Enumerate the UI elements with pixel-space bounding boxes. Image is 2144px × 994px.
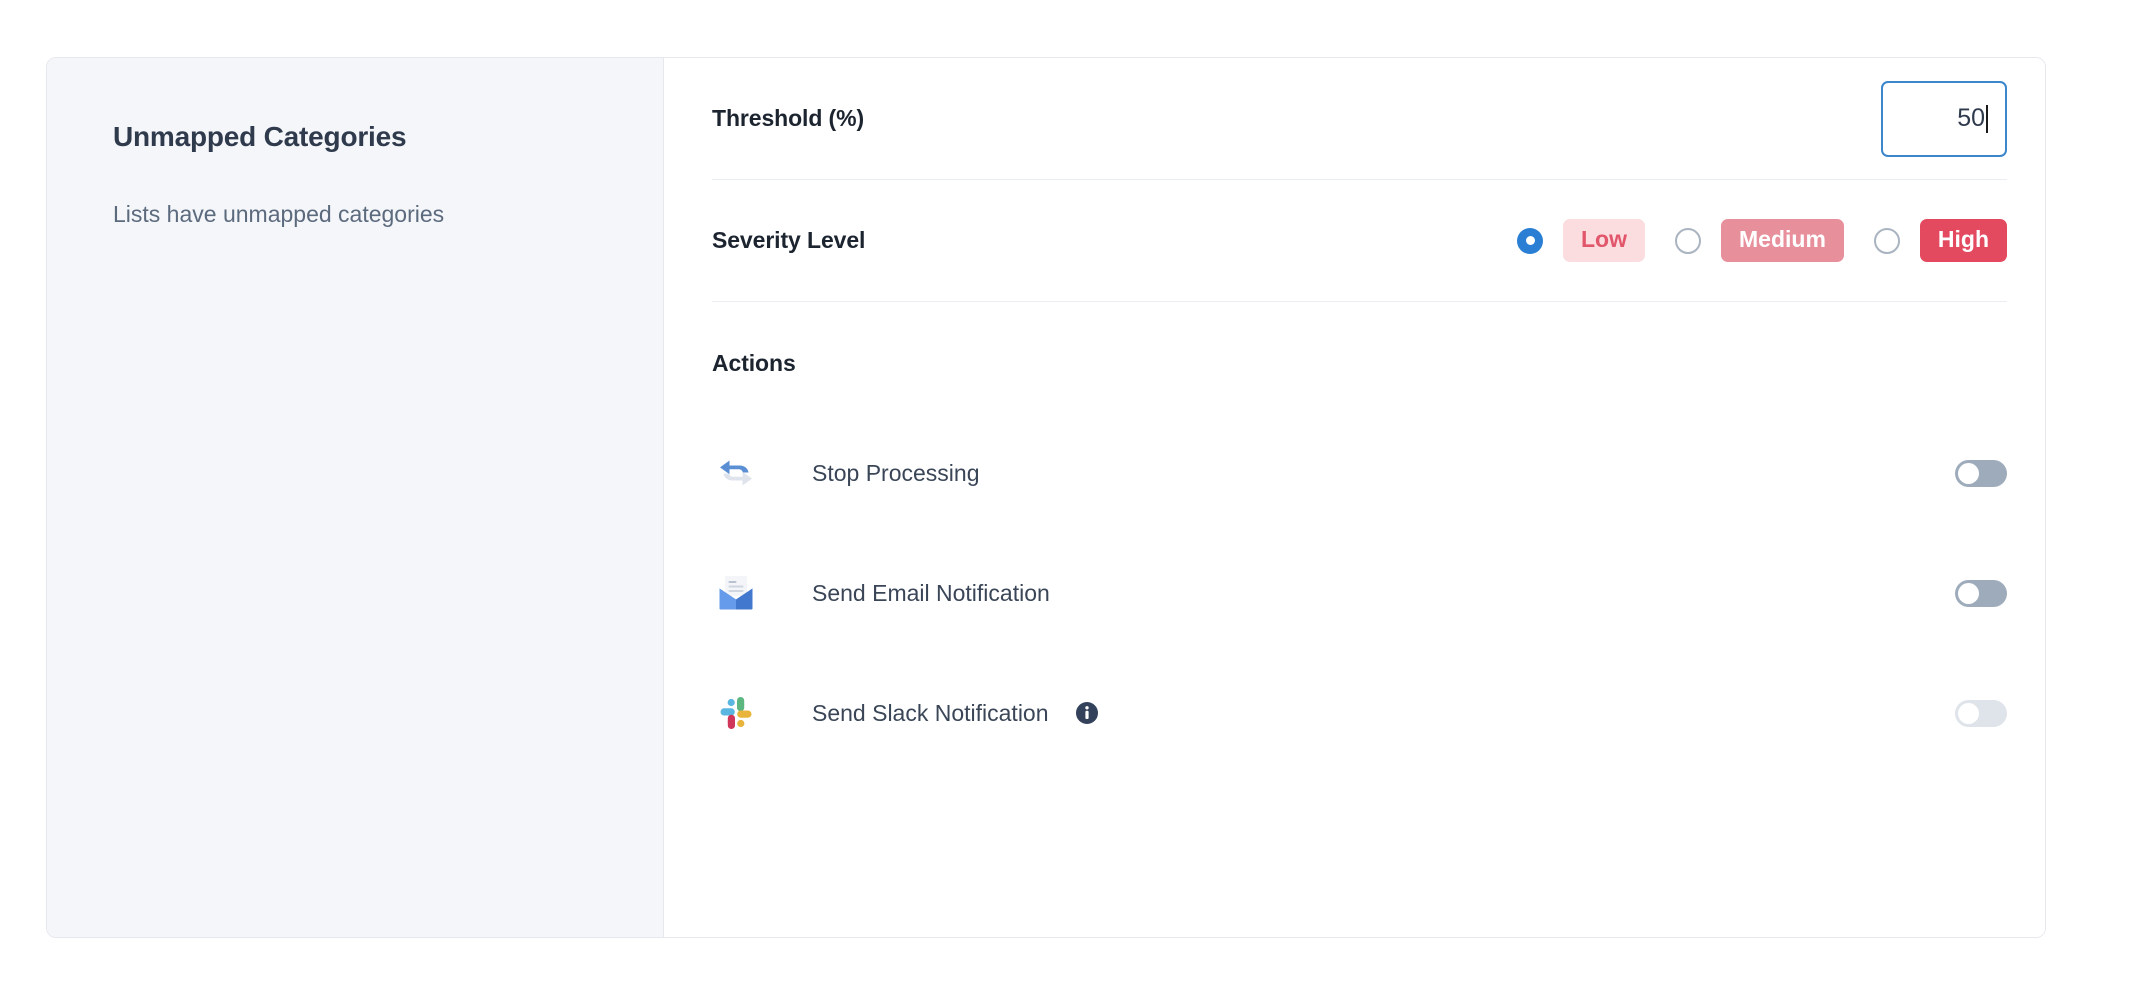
toggle-send-slack[interactable] xyxy=(1955,700,2007,727)
radio-medium[interactable] xyxy=(1675,228,1701,254)
toggle-send-email[interactable] xyxy=(1955,580,2007,607)
rule-info-panel: Unmapped Categories Lists have unmapped … xyxy=(47,58,664,937)
action-label-send-slack: Send Slack Notification xyxy=(812,700,1049,727)
text-caret xyxy=(1986,105,1988,133)
repeat-arrows-icon xyxy=(712,451,760,495)
page-subtitle: Lists have unmapped categories xyxy=(113,154,663,230)
threshold-row: Threshold (%) 50 xyxy=(712,58,2007,180)
settings-card: Unmapped Categories Lists have unmapped … xyxy=(46,57,2046,938)
page-title: Unmapped Categories xyxy=(113,120,663,154)
severity-label: Severity Level xyxy=(712,227,865,254)
toggle-stop-processing[interactable] xyxy=(1955,460,2007,487)
email-envelope-icon xyxy=(712,571,760,615)
toggle-knob xyxy=(1958,463,1979,484)
info-circle-icon[interactable] xyxy=(1075,701,1099,725)
slack-logo-icon xyxy=(712,691,760,735)
severity-option-low[interactable]: Low xyxy=(1517,219,1645,262)
action-row-send-slack: Send Slack Notification xyxy=(712,653,2007,773)
action-row-stop-processing: Stop Processing xyxy=(712,413,2007,533)
severity-badge-low: Low xyxy=(1563,219,1645,262)
severity-row: Severity Level Low Medium High xyxy=(712,180,2007,302)
severity-option-high[interactable]: High xyxy=(1874,219,2007,262)
radio-high[interactable] xyxy=(1874,228,1900,254)
radio-low[interactable] xyxy=(1517,228,1543,254)
severity-badge-high: High xyxy=(1920,219,2007,262)
action-row-send-email: Send Email Notification xyxy=(712,533,2007,653)
actions-heading: Actions xyxy=(712,302,2007,377)
rule-settings-panel: Threshold (%) 50 Severity Level Low Medi… xyxy=(664,58,2045,937)
actions-list: Stop Processing Send xyxy=(712,377,2007,773)
threshold-value: 50 xyxy=(1957,104,1985,133)
action-label-send-email: Send Email Notification xyxy=(812,580,1050,607)
threshold-label: Threshold (%) xyxy=(712,105,864,132)
severity-radio-group: Low Medium High xyxy=(1517,219,2007,262)
threshold-input[interactable]: 50 xyxy=(1881,81,2007,157)
toggle-knob xyxy=(1958,583,1979,604)
severity-option-medium[interactable]: Medium xyxy=(1675,219,1844,262)
severity-badge-medium: Medium xyxy=(1721,219,1844,262)
toggle-knob xyxy=(1958,703,1979,724)
action-label-stop-processing: Stop Processing xyxy=(812,460,979,487)
